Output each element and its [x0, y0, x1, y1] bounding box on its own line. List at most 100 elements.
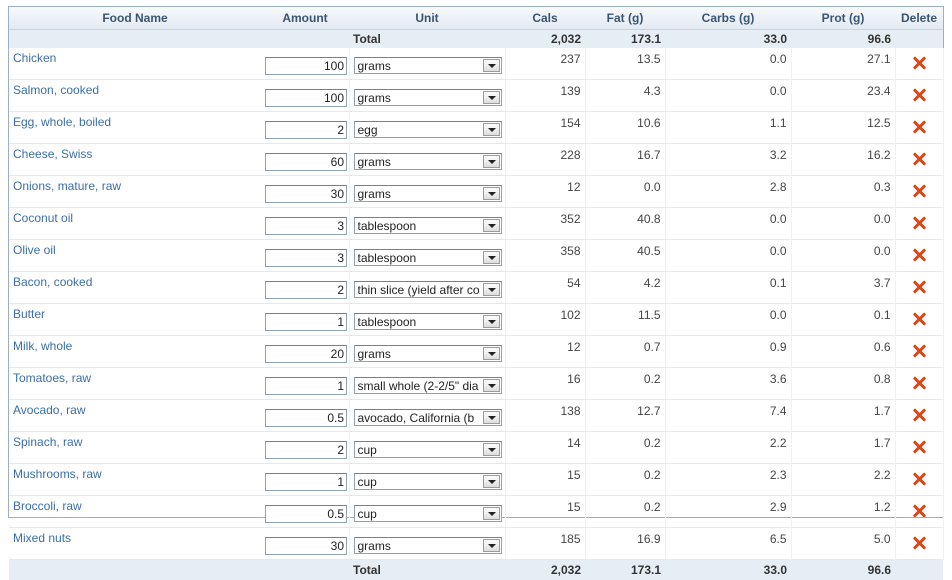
amount-input[interactable] — [265, 217, 347, 235]
unit-select[interactable]: avocado, California (b — [354, 409, 502, 426]
food-name-link[interactable]: Butter — [13, 307, 45, 321]
amount-input[interactable] — [265, 249, 347, 267]
food-name-link[interactable]: Broccoli, raw — [13, 499, 82, 513]
cals-cell: 102 — [505, 304, 585, 336]
unit-select[interactable]: grams — [354, 537, 502, 554]
chevron-down-icon[interactable] — [483, 411, 500, 424]
carbs-cell: 0.0 — [665, 240, 791, 272]
amount-input[interactable] — [265, 377, 347, 395]
delete-x-icon[interactable] — [912, 216, 926, 230]
unit-select[interactable]: cup — [354, 473, 502, 490]
table-row: Mixed nutsgrams18516.96.55.0 — [9, 528, 943, 560]
col-header-fat[interactable]: Fat (g) — [585, 7, 665, 30]
food-name-link[interactable]: Tomatoes, raw — [13, 371, 91, 385]
unit-select[interactable]: egg — [354, 121, 502, 138]
chevron-down-icon[interactable] — [483, 155, 500, 168]
chevron-down-icon[interactable] — [483, 379, 500, 392]
delete-x-icon[interactable] — [912, 120, 926, 134]
unit-select[interactable]: thin slice (yield after co — [354, 281, 502, 298]
delete-x-icon[interactable] — [912, 536, 926, 550]
chevron-down-icon[interactable] — [483, 315, 500, 328]
amount-input[interactable] — [265, 185, 347, 203]
food-name-link[interactable]: Onions, mature, raw — [13, 179, 121, 193]
chevron-down-icon[interactable] — [483, 59, 500, 72]
food-name-link[interactable]: Mushrooms, raw — [13, 467, 102, 481]
delete-x-icon[interactable] — [912, 280, 926, 294]
food-name-link[interactable]: Coconut oil — [13, 211, 73, 225]
amount-input[interactable] — [265, 281, 347, 299]
carbs-cell: 0.0 — [665, 208, 791, 240]
cals-cell: 185 — [505, 528, 585, 560]
delete-x-icon[interactable] — [912, 184, 926, 198]
food-name-link[interactable]: Milk, whole — [13, 339, 72, 353]
delete-x-icon[interactable] — [912, 376, 926, 390]
amount-input[interactable] — [265, 441, 347, 459]
chevron-down-icon[interactable] — [483, 187, 500, 200]
unit-select[interactable]: grams — [354, 185, 502, 202]
unit-select[interactable]: cup — [354, 441, 502, 458]
chevron-down-icon[interactable] — [483, 251, 500, 264]
food-name-link[interactable]: Spinach, raw — [13, 435, 82, 449]
unit-select[interactable]: cup — [354, 505, 502, 522]
unit-select[interactable]: grams — [354, 57, 502, 74]
food-name-link[interactable]: Olive oil — [13, 243, 56, 257]
prot-cell: 0.3 — [791, 176, 895, 208]
chevron-down-icon[interactable] — [483, 123, 500, 136]
col-header-food-name[interactable]: Food Name — [9, 7, 261, 30]
cals-cell: 15 — [505, 464, 585, 496]
amount-input[interactable] — [265, 121, 347, 139]
food-name-link[interactable]: Cheese, Swiss — [13, 147, 92, 161]
delete-x-icon[interactable] — [912, 152, 926, 166]
amount-input[interactable] — [265, 57, 347, 75]
food-name-link[interactable]: Chicken — [13, 51, 56, 65]
delete-x-icon[interactable] — [912, 248, 926, 262]
fat-cell: 16.7 — [585, 144, 665, 176]
chevron-down-icon[interactable] — [483, 347, 500, 360]
amount-input[interactable] — [265, 313, 347, 331]
delete-x-icon[interactable] — [912, 408, 926, 422]
food-name-link[interactable]: Salmon, cooked — [13, 83, 99, 97]
food-name-link[interactable]: Bacon, cooked — [13, 275, 92, 289]
unit-select[interactable]: grams — [354, 89, 502, 106]
unit-select[interactable]: small whole (2-2/5" dia — [354, 377, 502, 394]
col-header-unit[interactable]: Unit — [349, 7, 505, 30]
col-header-cals[interactable]: Cals — [505, 7, 585, 30]
chevron-down-icon[interactable] — [483, 475, 500, 488]
delete-x-icon[interactable] — [912, 504, 926, 518]
food-log-grid: Food Name Amount Unit Cals Fat (g) Carbs… — [8, 6, 944, 518]
unit-select[interactable]: tablespoon — [354, 313, 502, 330]
chevron-down-icon[interactable] — [483, 507, 500, 520]
amount-input[interactable] — [265, 89, 347, 107]
total-row-bottom: Total 2,032 173.1 33.0 96.6 — [9, 560, 943, 580]
delete-x-icon[interactable] — [912, 312, 926, 326]
unit-select[interactable]: tablespoon — [354, 217, 502, 234]
unit-select[interactable]: grams — [354, 345, 502, 362]
col-header-prot[interactable]: Prot (g) — [791, 7, 895, 30]
unit-select[interactable]: tablespoon — [354, 249, 502, 266]
delete-x-icon[interactable] — [912, 344, 926, 358]
carbs-cell: 0.0 — [665, 48, 791, 80]
delete-x-icon[interactable] — [912, 88, 926, 102]
delete-x-icon[interactable] — [912, 440, 926, 454]
chevron-down-icon[interactable] — [483, 443, 500, 456]
chevron-down-icon[interactable] — [483, 539, 500, 552]
table-row: Olive oiltablespoon35840.50.00.0 — [9, 240, 943, 272]
col-header-carbs[interactable]: Carbs (g) — [665, 7, 791, 30]
delete-x-icon[interactable] — [912, 472, 926, 486]
chevron-down-icon[interactable] — [483, 219, 500, 232]
amount-input[interactable] — [265, 537, 347, 555]
food-name-link[interactable]: Egg, whole, boiled — [13, 115, 111, 129]
amount-input[interactable] — [265, 409, 347, 427]
delete-x-icon[interactable] — [912, 56, 926, 70]
amount-input[interactable] — [265, 345, 347, 363]
food-name-link[interactable]: Mixed nuts — [13, 531, 71, 545]
amount-input[interactable] — [265, 473, 347, 491]
unit-select[interactable]: grams — [354, 153, 502, 170]
total-fat: 173.1 — [585, 30, 665, 49]
amount-input[interactable] — [265, 153, 347, 171]
carbs-cell: 2.8 — [665, 176, 791, 208]
col-header-amount[interactable]: Amount — [261, 7, 349, 30]
food-name-link[interactable]: Avocado, raw — [13, 403, 86, 417]
chevron-down-icon[interactable] — [483, 283, 500, 296]
chevron-down-icon[interactable] — [483, 91, 500, 104]
